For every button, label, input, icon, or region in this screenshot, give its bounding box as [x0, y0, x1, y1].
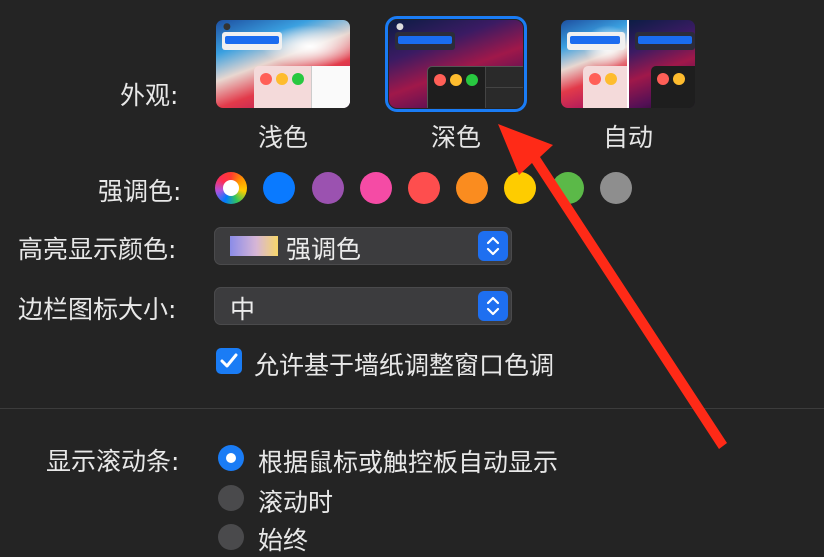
sidebar-icon-size-label: 边栏图标大小: — [18, 295, 177, 324]
appearance-auto-option[interactable] — [561, 20, 695, 108]
apple-icon: ● — [396, 22, 404, 32]
sidebar-icon-size-popup[interactable]: 中 — [214, 287, 512, 325]
appearance-auto-label: 自动 — [602, 123, 653, 152]
accent-color-swatch-0[interactable] — [215, 172, 247, 204]
menu-bar-preview — [222, 32, 282, 50]
scrollbars-always-label[interactable]: 始终 — [258, 521, 308, 557]
scrollbars-when-scrolling-label[interactable]: 滚动时 — [258, 483, 333, 519]
scrollbars-when-scrolling-radio[interactable] — [218, 485, 244, 511]
accent-color-label: 强调色: — [98, 177, 182, 206]
window-preview — [254, 66, 350, 108]
accent-color-swatch-6[interactable] — [504, 172, 536, 204]
accent-color-swatch-8[interactable] — [600, 172, 632, 204]
accent-color-swatch-2[interactable] — [312, 172, 344, 204]
chevron-updown-icon — [478, 231, 508, 261]
accent-color-swatch-4[interactable] — [408, 172, 440, 204]
sidebar-icon-size-value: 中 — [230, 295, 256, 324]
menu-bar-preview — [567, 32, 625, 50]
menu-bar-preview — [635, 32, 695, 50]
section-divider — [0, 408, 824, 409]
wallpaper-tint-checkbox[interactable] — [216, 348, 242, 374]
menu-bar-preview — [395, 32, 455, 50]
scrollbars-auto-label[interactable]: 根据鼠标或触控板自动显示 — [258, 443, 558, 479]
appearance-dark-option[interactable]: ● — [385, 16, 527, 112]
appearance-dark-label: 深色 — [430, 123, 481, 152]
accent-color-swatch-3[interactable] — [360, 172, 392, 204]
highlight-color-value: 强调色 — [286, 235, 362, 264]
window-preview — [583, 66, 627, 108]
highlight-color-popup[interactable]: 强调色 — [214, 227, 512, 265]
scrollbars-always-radio[interactable] — [218, 524, 244, 550]
accent-color-swatch-5[interactable] — [456, 172, 488, 204]
scrollbars-auto-radio[interactable] — [218, 445, 244, 471]
accent-color-swatch-1[interactable] — [263, 172, 295, 204]
appearance-light-label: 浅色 — [257, 123, 308, 152]
scrollbars-label: 显示滚动条: — [46, 447, 180, 476]
appearance-light-option[interactable]: ● — [216, 20, 350, 108]
appearance-label: 外观: — [120, 81, 179, 110]
highlight-color-preview — [230, 236, 278, 256]
accent-color-swatch-7[interactable] — [552, 172, 584, 204]
apple-icon: ● — [223, 22, 231, 32]
checkmark-icon — [220, 353, 238, 368]
wallpaper-tint-label[interactable]: 允许基于墙纸调整窗口色调 — [254, 346, 554, 382]
chevron-updown-icon — [478, 291, 508, 321]
window-preview — [651, 66, 695, 108]
window-preview — [427, 66, 523, 108]
highlight-color-label: 高亮显示颜色: — [18, 235, 177, 264]
